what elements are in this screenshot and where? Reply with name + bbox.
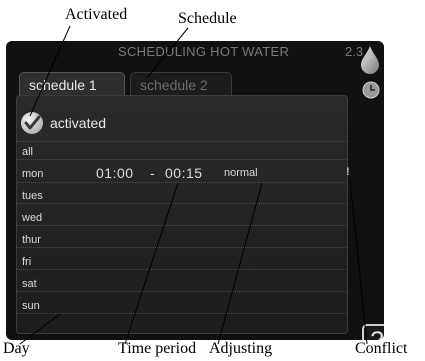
leader-day	[19, 313, 61, 345]
annotated-diagram: Activated Schedule Day Time period Adjus…	[0, 0, 425, 361]
leader-adjusting	[217, 182, 263, 345]
leader-lines	[19, 25, 368, 345]
leader-time-period	[124, 182, 179, 345]
leader-schedule	[147, 27, 189, 78]
leader-conflict	[349, 179, 368, 345]
leader-activated	[29, 25, 71, 117]
